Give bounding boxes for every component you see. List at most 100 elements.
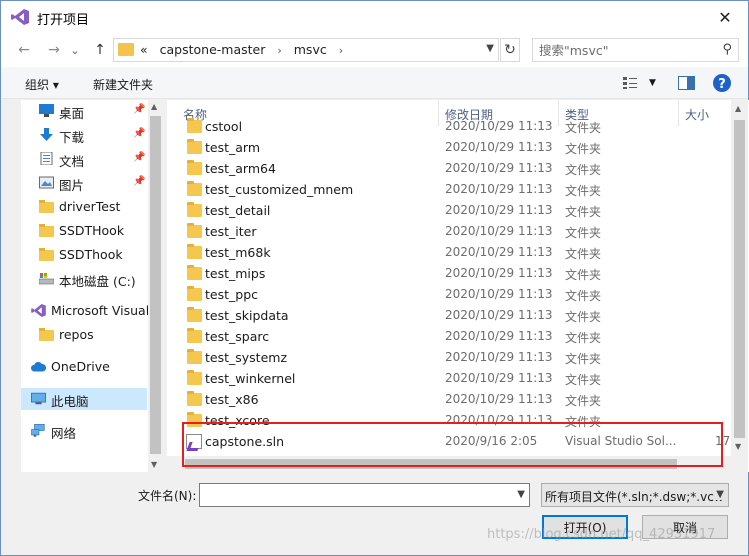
sidebar-item-this-pc[interactable]: 此电脑 [21,388,147,410]
breadcrumb-item-msvc[interactable]: msvc [294,42,327,57]
file-date: 2020/10/29 11:13 [445,392,553,406]
folder-icon [187,181,202,196]
up-icon[interactable]: ↑ [91,41,109,59]
forward-icon[interactable]: → [45,41,63,59]
file-row[interactable]: test_xcore 2020/10/29 11:13 文件夹 [167,410,731,431]
pin-icon: 📌 [133,176,146,187]
file-name: test_skipdata [205,308,289,323]
file-type-filter-value: 所有项目文件(*.sln;*.dsw;*.vcw [545,490,724,504]
sidebar-item-label: OneDrive [51,359,110,374]
sidebar-item-label: 下载 [59,130,85,145]
sidebar-item-ssdthook-2[interactable]: SSDThook [21,244,147,266]
file-row[interactable]: test_arm 2020/10/29 11:13 文件夹 [167,137,731,158]
scroll-up-icon[interactable]: ▲ [151,102,157,111]
sidebar-scroll-thumb[interactable] [150,116,161,454]
sidebar-item-onedrive[interactable]: OneDrive [21,356,147,378]
sort-ascending-icon: ^ [304,100,312,105]
sidebar-item-pictures[interactable]: 图片 📌 [21,172,147,194]
address-bar[interactable]: « capstone-master › msvc › ▼ [113,38,499,62]
file-size: 17 [715,434,731,448]
scroll-down-icon[interactable]: ▼ [735,442,741,451]
file-row[interactable]: test_arm64 2020/10/29 11:13 文件夹 [167,158,731,179]
view-options-icon[interactable] [623,77,641,89]
file-type: 文件夹 [565,121,602,135]
file-row[interactable]: test_detail 2020/10/29 11:13 文件夹 [167,200,731,221]
file-row[interactable]: test_iter 2020/10/29 11:13 文件夹 [167,221,731,242]
scroll-up-icon[interactable]: ▲ [735,104,741,113]
file-date: 2020/10/29 11:13 [445,203,553,217]
file-row[interactable]: test_skipdata 2020/10/29 11:13 文件夹 [167,305,731,326]
file-date: 2020/10/29 11:13 [445,329,553,343]
sidebar-scrollbar[interactable]: ▲ ▼ [148,100,163,472]
folder-icon [187,223,202,238]
filename-combobox[interactable]: ▼ [199,483,530,507]
file-row[interactable]: test_m68k 2020/10/29 11:13 文件夹 [167,242,731,263]
search-input[interactable] [539,42,709,58]
preview-pane-icon[interactable] [678,76,695,90]
file-row[interactable]: test_sparc 2020/10/29 11:13 文件夹 [167,326,731,347]
view-dropdown-icon[interactable]: ▼ [649,78,656,88]
sidebar-item-downloads[interactable]: 下载 📌 [21,124,147,146]
file-row[interactable]: test_mips 2020/10/29 11:13 文件夹 [167,263,731,284]
folder-icon [187,244,202,259]
solution-file-icon [186,434,202,449]
file-row[interactable]: test_ppc 2020/10/29 11:13 文件夹 [167,284,731,305]
file-row[interactable]: cstool 2020/10/29 11:13 文件夹 [167,116,731,137]
file-row[interactable]: test_x86 2020/10/29 11:13 文件夹 [167,389,731,410]
search-box[interactable]: ⚲ [532,38,739,62]
file-row-capstone-sln[interactable]: capstone.sln 2020/9/16 2:05 Visual Studi… [167,431,731,452]
file-date: 2020/10/29 11:13 [445,140,553,154]
new-folder-button[interactable]: 新建文件夹 [93,76,153,93]
sidebar-item-documents[interactable]: 文档 📌 [21,148,147,170]
folder-icon [187,202,202,217]
file-type-filter[interactable]: 所有项目文件(*.sln;*.dsw;*.vcw ▼ [541,483,729,507]
refresh-icon[interactable]: ↻ [500,38,520,62]
scroll-down-icon[interactable]: ▼ [151,460,157,469]
sidebar-item-drivertest[interactable]: driverTest [21,196,147,218]
file-list-horizontal-scrollbar[interactable] [167,456,731,472]
file-type: 文件夹 [565,205,602,219]
chevron-down-icon[interactable]: ▼ [517,489,525,500]
horizontal-scroll-thumb[interactable] [185,459,677,469]
file-name: test_winkernel [205,371,296,386]
breadcrumb-item-capstone-master[interactable]: capstone-master [160,42,266,57]
vertical-scroll-thumb[interactable] [734,120,745,438]
file-row[interactable]: test_systemz 2020/10/29 11:13 文件夹 [167,347,731,368]
chevron-down-icon[interactable]: ▼ [714,489,724,500]
file-name: test_sparc [205,329,270,344]
sidebar-item-repos[interactable]: repos [21,324,147,346]
chevron-down-icon[interactable]: ▼ [486,43,494,54]
breadcrumb-overflow[interactable]: « [140,42,148,57]
file-date: 2020/9/16 2:05 [445,434,538,448]
organize-button[interactable]: 组织 ▾ [25,76,59,93]
file-date: 2020/10/29 11:13 [445,266,553,280]
pin-icon: 📌 [133,152,146,163]
file-date: 2020/10/29 11:13 [445,413,553,427]
navigation-pane: 桌面 📌 下载 📌 文档 📌 图片 📌 driverTest SSDTHook [21,100,163,472]
file-list: 名称 ^ 修改日期 类型 大小 cstool 2020/10/29 11:13 文件… [167,100,749,472]
sidebar-item-local-disk[interactable]: 本地磁盘 (C:) [21,268,147,290]
file-name: test_mips [205,266,266,281]
folder-icon [187,286,202,301]
file-date: 2020/10/29 11:13 [445,371,553,385]
back-icon[interactable]: ← [15,41,33,59]
sidebar-item-ssdthook[interactable]: SSDTHook [21,220,147,242]
help-icon[interactable]: ? [713,74,731,92]
file-list-vertical-scrollbar[interactable]: ▲ ▼ [731,100,748,456]
sidebar-item-network[interactable]: 网络 [21,420,147,442]
sidebar-item-label: repos [59,327,94,342]
close-icon[interactable]: ✕ [702,1,748,33]
file-row[interactable]: test_winkernel 2020/10/29 11:13 文件夹 [167,368,731,389]
sidebar-item-label: 文档 [59,154,85,169]
file-type: 文件夹 [565,310,602,324]
file-row[interactable]: test_customized_mnem 2020/10/29 11:13 文件夹 [167,179,731,200]
sidebar-item-microsoft-visual[interactable]: Microsoft Visual [21,300,149,322]
folder-icon [187,349,202,364]
sidebar-item-desktop[interactable]: 桌面 📌 [21,100,147,122]
recent-locations-icon[interactable]: ⌄ [69,41,81,59]
chevron-right-icon[interactable]: › [339,44,343,57]
filename-input[interactable] [204,487,504,503]
search-icon[interactable]: ⚲ [722,42,732,57]
sidebar-item-label: SSDTHook [59,223,125,238]
chevron-right-icon[interactable]: › [277,44,281,57]
